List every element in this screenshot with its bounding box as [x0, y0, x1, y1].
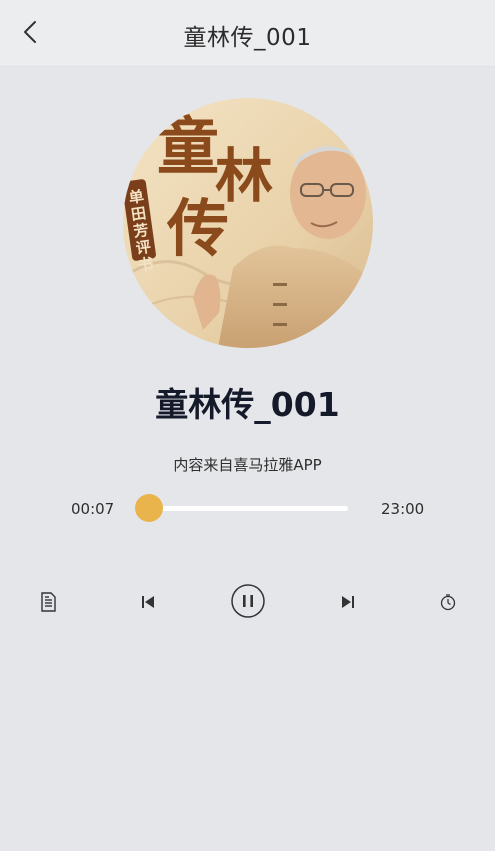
track-title: 童林传_001 [155, 385, 340, 424]
skip-previous-icon [140, 594, 156, 614]
progress-thumb[interactable] [135, 494, 163, 522]
timer-button[interactable] [434, 590, 462, 618]
top-bar: 童林传_001 [0, 0, 495, 67]
page-title: 童林传_001 [183, 25, 312, 51]
album-cover: 童 林 传 单 田 芳 评 书 [123, 98, 373, 348]
svg-text:书: 书 [137, 255, 154, 275]
playlist-button[interactable] [34, 590, 62, 618]
source-text: 内容来自喜马拉雅APP [173, 456, 322, 474]
player-screen: 童林传_001 童 林 传 单 田 芳 评 书 童林传_001 内容来自喜马拉雅… [0, 0, 495, 851]
skip-next-icon [340, 594, 356, 614]
progress-bar[interactable] [148, 506, 348, 511]
playlist-icon [39, 592, 57, 616]
pause-icon [230, 583, 266, 623]
svg-text:传: 传 [166, 192, 229, 265]
next-button[interactable] [334, 590, 362, 618]
pause-button[interactable] [230, 583, 266, 623]
timer-icon [439, 593, 457, 615]
current-time: 00:07 [71, 500, 115, 518]
svg-text:童: 童 [157, 110, 219, 183]
previous-button[interactable] [134, 590, 162, 618]
total-time: 23:00 [381, 500, 425, 518]
